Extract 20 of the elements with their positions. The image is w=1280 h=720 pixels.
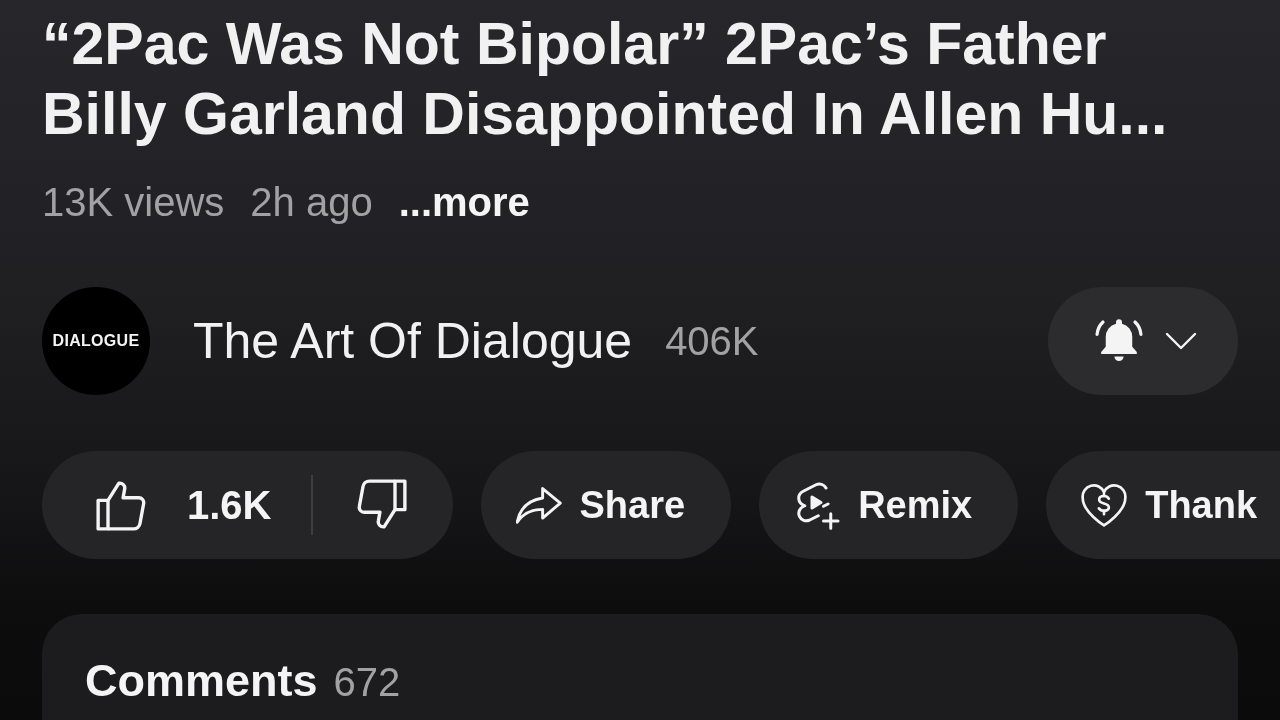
channel-name[interactable]: The Art Of Dialogue: [193, 312, 633, 370]
subscriber-count: 406K: [665, 318, 759, 365]
heart-dollar-icon: [1081, 483, 1128, 527]
upload-age: 2h ago: [250, 179, 373, 226]
remix-button[interactable]: Remix: [759, 451, 1019, 559]
thumbs-down-icon: [355, 479, 408, 531]
comments-panel[interactable]: Comments 672: [42, 614, 1238, 720]
thanks-button[interactable]: Thank: [1046, 451, 1280, 559]
video-title: “2Pac Was Not Bipolar” 2Pac’s Father Billy Garland Disappointed In Allen Hu...: [42, 10, 1169, 149]
remix-icon: [794, 480, 841, 530]
channel-logo[interactable]: DIALOGUE: [42, 287, 150, 395]
more-link[interactable]: ...more: [398, 178, 530, 226]
share-button[interactable]: Share: [480, 451, 732, 559]
thumbs-up-icon: [95, 479, 147, 531]
chevron-down-icon: [1165, 332, 1197, 350]
comments-heading: Comments: [85, 655, 318, 707]
view-count: 13K views: [42, 179, 225, 226]
comment-count: 672: [333, 659, 401, 706]
like-button[interactable]: 1.6K: [42, 451, 311, 559]
share-icon: [515, 485, 562, 525]
